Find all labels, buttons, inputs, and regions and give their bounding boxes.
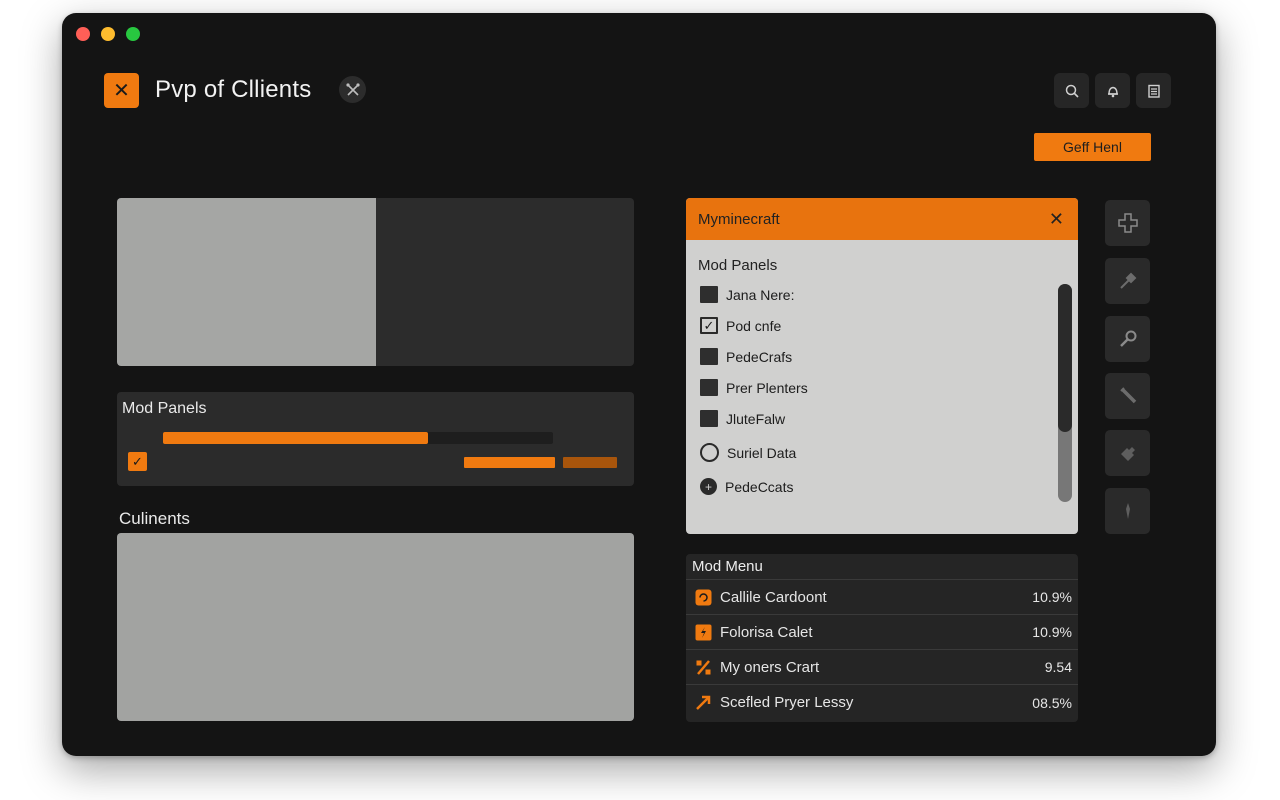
row-value: 10.9%	[1032, 624, 1072, 640]
scrollbar[interactable]	[1058, 284, 1072, 502]
close-icon[interactable]: ✕	[1049, 210, 1064, 228]
checkbox[interactable]	[700, 348, 718, 365]
search-icon[interactable]	[1054, 73, 1089, 108]
preview-panel	[117, 198, 634, 366]
scrollbar-thumb[interactable]	[1058, 284, 1072, 433]
list-item[interactable]: Suriel Data	[700, 443, 796, 462]
arrow-up-right-icon	[694, 694, 712, 712]
radio-button[interactable]	[700, 443, 719, 462]
list-item-label: JluteFalw	[726, 410, 786, 427]
puzzle-icon[interactable]	[1105, 430, 1150, 476]
minecraft-panel-subtitle: Mod Panels	[698, 257, 778, 274]
checkbox-checked[interactable]: ✓	[700, 317, 718, 334]
table-row[interactable]: My oners Crart 9.54	[686, 650, 1078, 685]
minecraft-panel: Myminecraft ✕ Mod Panels Jana Nere: ✓ Po…	[686, 198, 1078, 534]
list-item[interactable]: Jana Nere:	[700, 286, 794, 303]
clients-heading: Culinents	[119, 509, 190, 528]
row-value: 10.9%	[1032, 589, 1072, 605]
mod-progress-fill	[163, 432, 429, 444]
checkbox[interactable]	[700, 379, 718, 396]
list-item[interactable]: Prer Plenters	[700, 379, 808, 396]
list-item-label: Jana Nere:	[726, 286, 795, 303]
clipboard-icon[interactable]	[1136, 73, 1171, 108]
row-name: Folorisa Calet	[720, 623, 813, 641]
row-name: Callile Cardoont	[720, 588, 827, 606]
minecraft-panel-title: Myminecraft	[698, 210, 780, 228]
minimize-window-button[interactable]	[101, 27, 115, 41]
plus-circle-icon[interactable]: +	[700, 478, 717, 495]
crossed-tools-icon[interactable]	[339, 76, 366, 103]
list-item-label: Pod cnfe	[726, 317, 782, 334]
app-window: ✕ Pvp of Cllients Geff Henl Mod Panels ✓…	[62, 13, 1216, 756]
wrench-icon[interactable]	[1105, 316, 1150, 362]
mod-secondary-button[interactable]	[563, 457, 617, 468]
clients-content-area	[117, 533, 634, 721]
mod-checkbox[interactable]: ✓	[128, 452, 147, 471]
row-value: 08.5%	[1032, 694, 1072, 711]
toolbar-icons	[1054, 73, 1171, 108]
bell-icon[interactable]	[1095, 73, 1130, 108]
table-row[interactable]: Folorisa Calet 10.9%	[686, 615, 1078, 650]
list-item-label: PedeCrafs	[726, 348, 793, 365]
list-item-label: Prer Plenters	[726, 379, 808, 396]
list-item[interactable]: JluteFalw	[700, 410, 785, 427]
table-row[interactable]: Callile Cardoont 10.9%	[686, 580, 1078, 615]
preview-left-pane	[117, 198, 376, 366]
mod-panels-card: Mod Panels ✓	[117, 392, 634, 486]
list-item[interactable]: + PedeCcats	[700, 478, 793, 495]
primary-action-button[interactable]: Geff Henl	[1034, 133, 1151, 161]
mod-panels-title: Mod Panels	[122, 400, 207, 417]
checkbox[interactable]	[700, 410, 718, 427]
checkbox[interactable]	[700, 286, 718, 303]
window-controls	[76, 27, 140, 41]
mod-progress-bar[interactable]	[163, 432, 553, 444]
app-title: Pvp of Cllients	[155, 76, 312, 103]
bolt-icon	[694, 623, 712, 641]
preview-right-pane	[376, 198, 634, 366]
percent-icon	[694, 658, 712, 676]
row-name: My oners Crart	[720, 658, 820, 676]
list-item-label: Suriel Data	[727, 444, 797, 461]
tool-icon[interactable]	[1105, 373, 1150, 419]
list-item-label: PedeCcats	[725, 478, 794, 495]
mod-menu-title: Mod Menu	[686, 554, 1078, 580]
close-x-icon[interactable]: ✕	[104, 73, 139, 108]
refresh-icon	[694, 588, 712, 606]
pin-icon[interactable]	[1105, 488, 1150, 534]
dpad-icon[interactable]	[1105, 200, 1150, 246]
mod-menu-table: Mod Menu Callile Cardoont 10.9% Folorisa…	[686, 554, 1078, 722]
row-value: 9.54	[1044, 659, 1072, 675]
minecraft-panel-header: Myminecraft ✕	[686, 198, 1078, 240]
row-name: Scefled Pryer Lessy	[720, 694, 854, 711]
maximize-window-button[interactable]	[126, 27, 140, 41]
hammer-icon[interactable]	[1105, 258, 1150, 304]
list-item[interactable]: ✓ Pod cnfe	[700, 317, 781, 334]
close-window-button[interactable]	[76, 27, 90, 41]
mod-orange-button[interactable]	[464, 457, 555, 468]
list-item[interactable]: PedeCrafs	[700, 348, 792, 365]
table-row[interactable]: Scefled Pryer Lessy 08.5%	[686, 685, 1078, 720]
